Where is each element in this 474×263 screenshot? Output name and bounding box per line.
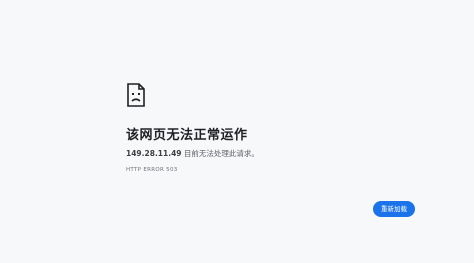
reload-button[interactable]: 重新加载 [373, 201, 415, 217]
error-host: 149.28.11.49 [126, 149, 182, 158]
error-title: 该网页无法正常运作 [126, 128, 248, 143]
error-code: HTTP ERROR 503 [126, 167, 178, 173]
error-message: 目前无法处理此请求。 [181, 149, 259, 158]
sad-document-icon [127, 83, 145, 107]
error-page: 该网页无法正常运作 149.28.11.49 目前无法处理此请求。 HTTP E… [0, 0, 474, 263]
error-detail: 149.28.11.49 目前无法处理此请求。 [126, 148, 259, 159]
